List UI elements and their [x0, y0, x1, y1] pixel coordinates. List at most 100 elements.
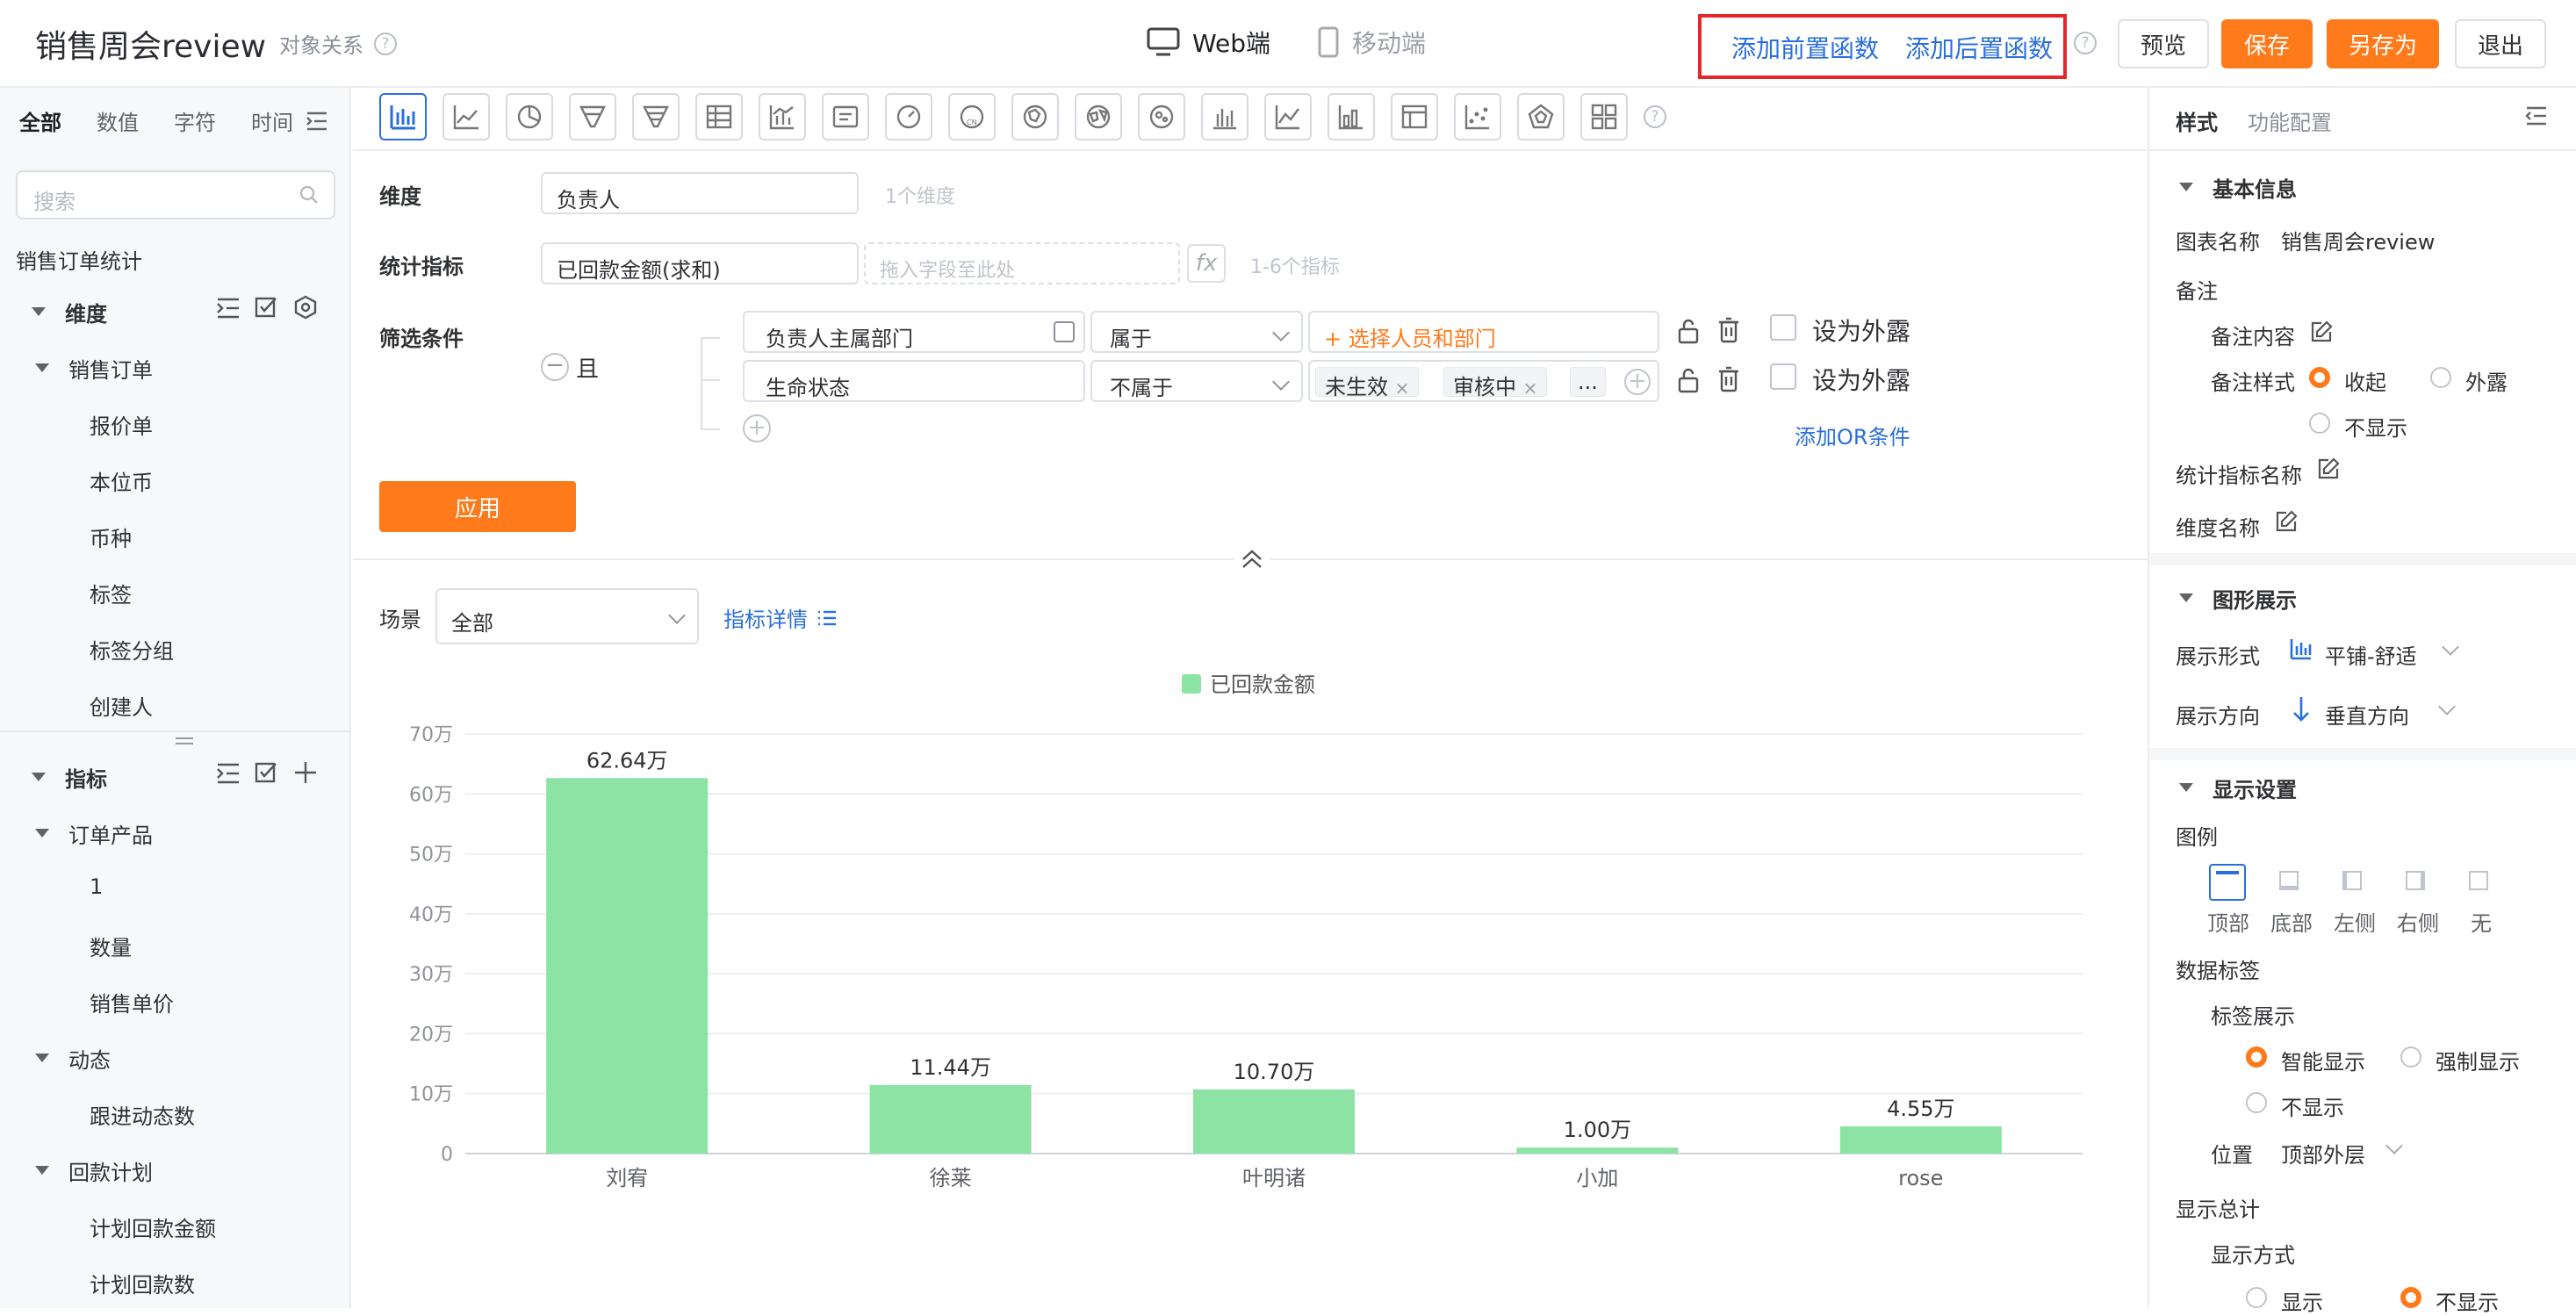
- caret-down-icon[interactable]: [32, 307, 46, 316]
- position-select[interactable]: 顶部外层: [2281, 1138, 2365, 1169]
- dimension-field[interactable]: 币种: [90, 521, 132, 552]
- collapse-panel-icon[interactable]: [2525, 105, 2548, 126]
- help-icon[interactable]: ?: [374, 32, 397, 55]
- dimension-field[interactable]: 标签分组: [90, 634, 174, 665]
- trash-icon[interactable]: [1717, 316, 1740, 344]
- pie-chart-icon[interactable]: [506, 93, 553, 140]
- caret-down-icon[interactable]: [35, 1054, 49, 1062]
- metric-detail-link[interactable]: 指标详情: [723, 602, 838, 633]
- caret-down-icon[interactable]: [35, 363, 49, 372]
- edit-icon[interactable]: [2274, 509, 2299, 534]
- combo-chart-icon[interactable]: [759, 93, 806, 140]
- radio-no-show[interactable]: [2246, 1092, 2267, 1113]
- tab-function-config[interactable]: 功能配置: [2248, 105, 2332, 136]
- dimension-field[interactable]: 本位币: [90, 465, 153, 496]
- line-chart-icon[interactable]: [443, 93, 490, 140]
- tab-web[interactable]: Web端: [1147, 25, 1270, 60]
- legend-left-icon[interactable]: [2335, 864, 2372, 901]
- filter2-field-select[interactable]: 生命状态: [743, 360, 1085, 402]
- list-indent-icon[interactable]: [216, 297, 241, 320]
- metric-field[interactable]: 数量: [90, 931, 132, 961]
- more-tags[interactable]: ...: [1570, 367, 1606, 397]
- metric-slot[interactable]: 已回款金额(求和): [541, 242, 859, 284]
- column-chart-icon[interactable]: [1201, 93, 1248, 140]
- card-icon[interactable]: [822, 93, 869, 140]
- scatter-chart-icon[interactable]: [1454, 93, 1501, 140]
- org-picker-icon[interactable]: [1054, 321, 1075, 342]
- tab-time[interactable]: 时间: [251, 105, 293, 136]
- province-map-icon[interactable]: [1011, 93, 1059, 140]
- add-post-function-link[interactable]: 添加后置函数: [1905, 30, 2053, 65]
- help-icon[interactable]: ?: [2074, 32, 2097, 54]
- field-search-input[interactable]: 搜索: [16, 170, 335, 219]
- stacked-chart-icon[interactable]: [1328, 93, 1375, 140]
- check-edit-icon[interactable]: [255, 760, 279, 785]
- filter-logic-and[interactable]: 且: [576, 351, 599, 384]
- object-relation[interactable]: 对象关系 ?: [279, 28, 397, 59]
- close-icon[interactable]: ×: [1523, 378, 1538, 399]
- panel-divider[interactable]: [0, 730, 351, 732]
- check-edit-icon[interactable]: [255, 295, 279, 320]
- filter2-value-tags[interactable]: 未生效 × 审核中 × ... +: [1308, 360, 1659, 402]
- dimension-group[interactable]: 维度: [65, 297, 107, 327]
- caret-down-icon[interactable]: [2179, 593, 2193, 602]
- dimension-field[interactable]: 报价单: [90, 409, 153, 440]
- add-value-icon[interactable]: +: [1624, 369, 1651, 395]
- add-or-condition-link[interactable]: 添加OR条件: [1795, 420, 1910, 450]
- settings-icon[interactable]: [293, 295, 318, 320]
- display-direction-select[interactable]: 垂直方向: [2325, 699, 2409, 730]
- chart-name-value[interactable]: 销售周会review: [2281, 225, 2435, 255]
- metric-subgroup[interactable]: 订单产品: [68, 818, 153, 849]
- table-icon[interactable]: [695, 93, 743, 140]
- tab-number[interactable]: 数值: [97, 105, 139, 136]
- unlock-icon[interactable]: [1677, 318, 1700, 344]
- dimension-subgroup[interactable]: 销售订单: [68, 353, 153, 384]
- save-button[interactable]: 保存: [2221, 19, 2313, 68]
- funnel-chart-icon[interactable]: [569, 93, 616, 140]
- add-filter-icon[interactable]: +: [743, 414, 771, 442]
- legend-bottom-icon[interactable]: [2272, 864, 2309, 901]
- tab-all[interactable]: 全部: [19, 105, 61, 136]
- unlock-icon[interactable]: [1677, 367, 1700, 393]
- metric-drop-zone[interactable]: 拖入字段至此处: [864, 242, 1180, 284]
- radio-hide-total[interactable]: [2400, 1287, 2421, 1308]
- dimension-slot[interactable]: 负责人: [541, 172, 859, 214]
- filter2-operator-select[interactable]: 不属于: [1090, 360, 1303, 402]
- basic-info-section[interactable]: 基本信息: [2213, 172, 2297, 203]
- metric-field[interactable]: 计划回款数: [90, 1268, 195, 1298]
- radio-expose[interactable]: [2430, 367, 2451, 388]
- metric-field[interactable]: 销售单价: [90, 987, 174, 1018]
- caret-down-icon[interactable]: [35, 1166, 49, 1175]
- add-icon[interactable]: [293, 760, 318, 785]
- metric-subgroup[interactable]: 动态: [68, 1043, 111, 1074]
- preview-button[interactable]: 预览: [2118, 19, 2209, 68]
- radar-chart-icon[interactable]: [1517, 93, 1565, 140]
- metric-group[interactable]: 指标: [65, 762, 107, 793]
- scene-select[interactable]: 全部: [435, 588, 699, 644]
- edit-icon[interactable]: [2316, 457, 2341, 481]
- caret-down-icon[interactable]: [35, 829, 49, 838]
- tab-mobile[interactable]: 移动端: [1317, 25, 1426, 60]
- save-as-button[interactable]: 另存为: [2327, 19, 2439, 68]
- bar-chart-icon[interactable]: [379, 93, 427, 140]
- formula-icon[interactable]: fx: [1187, 244, 1226, 283]
- indent-icon[interactable]: [306, 111, 328, 132]
- graph-display-section[interactable]: 图形展示: [2213, 583, 2297, 614]
- expose-checkbox[interactable]: [1770, 363, 1796, 390]
- pivot-table-icon[interactable]: [1391, 93, 1438, 140]
- tab-string[interactable]: 字符: [174, 105, 216, 136]
- display-form-select[interactable]: 平铺-舒适: [2325, 639, 2417, 670]
- exit-button[interactable]: 退出: [2455, 19, 2546, 68]
- caret-down-icon[interactable]: [2179, 783, 2193, 792]
- apply-button[interactable]: 应用: [379, 481, 576, 532]
- radio-hide[interactable]: [2309, 413, 2330, 434]
- metric-subgroup[interactable]: 回款计划: [68, 1155, 153, 1186]
- edit-icon[interactable]: [2309, 320, 2334, 344]
- gauge-icon[interactable]: [885, 93, 932, 140]
- filter1-operator-select[interactable]: 属于: [1090, 311, 1303, 353]
- area-chart-icon[interactable]: [1264, 93, 1312, 140]
- display-settings-section[interactable]: 显示设置: [2213, 773, 2297, 803]
- tab-style[interactable]: 样式: [2176, 105, 2218, 136]
- dimension-field[interactable]: 创建人: [90, 690, 153, 721]
- funnel-alt-chart-icon[interactable]: [632, 93, 680, 140]
